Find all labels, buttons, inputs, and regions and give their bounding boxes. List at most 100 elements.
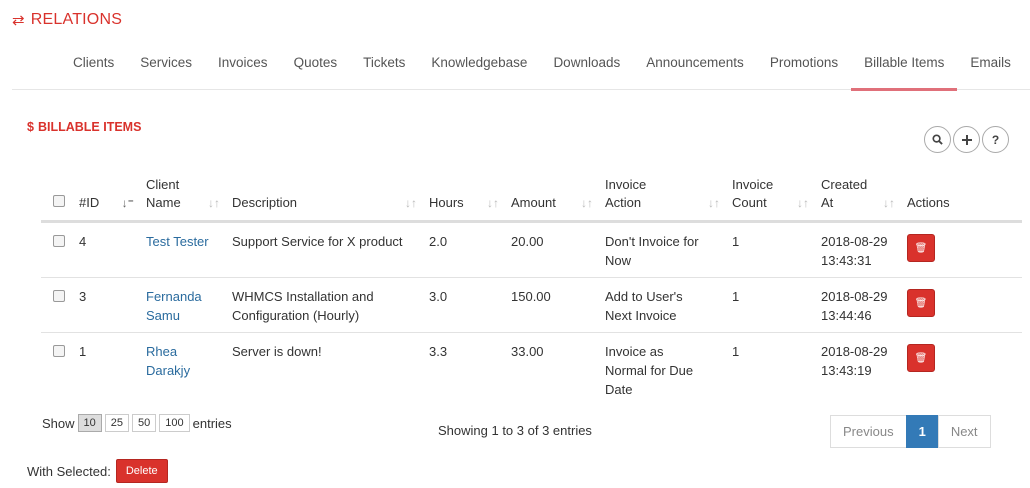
cell-hours: 3.0 bbox=[423, 277, 505, 333]
cell-amount: 20.00 bbox=[505, 221, 599, 278]
section-title-text: RELATIONS bbox=[30, 11, 123, 28]
plus-icon bbox=[961, 134, 972, 145]
show-label: Show bbox=[42, 415, 75, 431]
table-header-row: #ID ↓⁼ Client Name ↓↑ Description ↓↑ Hours ↓↑… bbox=[41, 172, 1022, 223]
select-all-checkbox[interactable] bbox=[53, 195, 65, 207]
sort-icon: ↓↑ bbox=[708, 196, 720, 210]
tab-billable-items[interactable]: Billable Items bbox=[851, 48, 958, 91]
help-button[interactable]: ? bbox=[982, 126, 1009, 153]
table-row: 1 Rhea Darakjy Server is down! 3.3 33.00 … bbox=[41, 333, 1022, 407]
page-1-button[interactable]: 1 bbox=[905, 415, 939, 448]
client-link[interactable]: Rhea Darakjy bbox=[146, 344, 190, 378]
cell-created-at: 2018-08-29 13:43:19 bbox=[821, 344, 888, 378]
cell-client: Fernanda Samu bbox=[140, 277, 226, 333]
table-row: 3 Fernanda Samu WHMCS Installation and Con… bbox=[41, 277, 1022, 333]
tab-invoices[interactable]: Invoices bbox=[205, 48, 281, 90]
row-checkbox[interactable] bbox=[53, 345, 65, 357]
panel-title-text: BILLABLE ITEMS bbox=[37, 120, 142, 134]
row-checkbox[interactable] bbox=[53, 290, 65, 302]
cell-created-at: 2018-08-29 13:44:46 bbox=[815, 277, 901, 333]
length-menu: Show 10 25 50 100 entries bbox=[42, 414, 232, 432]
sort-icon: ↓↑ bbox=[797, 196, 809, 210]
relations-tabs: Clients Services Invoices Quotes Tickets… bbox=[60, 48, 1030, 91]
col-id[interactable]: #ID ↓⁼ bbox=[73, 172, 140, 223]
delete-row-button[interactable]: 🗑 bbox=[907, 289, 935, 317]
row-checkbox[interactable] bbox=[53, 235, 65, 247]
col-actions: Actions bbox=[901, 172, 1022, 223]
col-amount[interactable]: Amount ↓↑ bbox=[505, 172, 599, 223]
col-hours[interactable]: Hours ↓↑ bbox=[423, 172, 505, 223]
nav-rule bbox=[12, 89, 60, 90]
search-icon bbox=[932, 134, 943, 145]
pagination: Previous 1 Next bbox=[830, 415, 991, 448]
client-link[interactable]: Fernanda Samu bbox=[146, 289, 202, 323]
cell-id: 3 bbox=[73, 277, 140, 333]
trash-icon: 🗑 bbox=[914, 242, 928, 254]
next-page-button[interactable]: Next bbox=[937, 415, 991, 448]
sort-desc-icon: ↓⁼ bbox=[121, 196, 134, 210]
client-link[interactable]: Test Tester bbox=[146, 234, 209, 249]
table-row: 4 Test Tester Support Service for X prod… bbox=[41, 221, 1022, 278]
tab-quotes[interactable]: Quotes bbox=[281, 48, 351, 90]
cell-client: Test Tester bbox=[140, 221, 226, 278]
billable-items-table: #ID ↓⁼ Client Name ↓↑ Description ↓↑ Hours ↓↑… bbox=[41, 172, 1022, 406]
cell-invoice-action: Add to User's Next Invoice bbox=[599, 277, 726, 333]
cell-created-at: 2018-08-29 13:43:31 bbox=[815, 221, 901, 278]
cell-description: Support Service for X product bbox=[226, 221, 423, 278]
tab-tickets[interactable]: Tickets bbox=[350, 48, 418, 90]
cell-client: Rhea Darakjy bbox=[140, 333, 226, 407]
cell-hours: 3.3 bbox=[429, 344, 448, 359]
cell-invoice-count: 1 bbox=[732, 344, 740, 359]
col-created-at[interactable]: Created At ↓↑ bbox=[815, 172, 901, 223]
length-option-25[interactable]: 25 bbox=[104, 414, 130, 432]
entries-label: entries bbox=[192, 415, 232, 431]
relations-icon: ⇄ bbox=[12, 12, 25, 29]
tab-services[interactable]: Services bbox=[127, 48, 205, 90]
trash-icon: 🗑 bbox=[914, 352, 928, 364]
sort-icon: ↓↑ bbox=[487, 196, 499, 210]
table-tools: ? bbox=[924, 126, 1009, 153]
tab-announcements[interactable]: Announcements bbox=[633, 48, 757, 90]
sort-icon: ↓↑ bbox=[883, 196, 895, 210]
delete-selected-button[interactable]: Delete bbox=[115, 459, 168, 483]
length-option-50[interactable]: 50 bbox=[132, 414, 157, 432]
cell-hours: 2.0 bbox=[423, 221, 505, 278]
cell-description: Server is down! bbox=[232, 344, 322, 359]
delete-row-button[interactable]: 🗑 bbox=[907, 344, 935, 372]
cell-invoice-action: Invoice as Normal for Due Date bbox=[605, 344, 694, 397]
length-option-10[interactable]: 10 bbox=[77, 414, 102, 432]
question-icon: ? bbox=[991, 132, 1000, 147]
sort-icon: ↓↑ bbox=[581, 196, 593, 210]
tab-promotions[interactable]: Promotions bbox=[757, 48, 851, 90]
cell-invoice-count: 1 bbox=[726, 221, 815, 278]
cell-amount: 150.00 bbox=[505, 277, 599, 333]
cell-id: 1 bbox=[79, 344, 87, 359]
cell-invoice-count: 1 bbox=[726, 277, 815, 333]
tab-emails[interactable]: Emails bbox=[957, 48, 1024, 90]
sort-icon: ↓↑ bbox=[208, 196, 220, 210]
tab-clients[interactable]: Clients bbox=[60, 48, 127, 90]
search-button[interactable] bbox=[924, 126, 951, 153]
col-invoice-action[interactable]: Invoice Action ↓↑ bbox=[599, 172, 726, 223]
cell-description: WHMCS Installation and Configuration (Hou… bbox=[226, 277, 423, 333]
with-selected: With Selected: Delete bbox=[27, 459, 168, 483]
length-option-100[interactable]: 100 bbox=[159, 414, 190, 432]
trash-icon: 🗑 bbox=[914, 297, 928, 309]
dollar-icon: $ bbox=[27, 120, 34, 134]
cell-id: 4 bbox=[73, 221, 140, 278]
panel-title: $ BILLABLE ITEMS bbox=[27, 120, 141, 134]
section-title: ⇄ RELATIONS bbox=[12, 11, 122, 29]
table-info: Showing 1 to 3 of 3 entries bbox=[438, 423, 592, 438]
cell-amount: 33.00 bbox=[511, 344, 544, 359]
cell-invoice-action: Don't Invoice for Now bbox=[599, 221, 726, 278]
previous-page-button[interactable]: Previous bbox=[830, 415, 907, 448]
tab-knowledgebase[interactable]: Knowledgebase bbox=[418, 48, 540, 90]
add-button[interactable] bbox=[953, 126, 980, 153]
col-client-name[interactable]: Client Name ↓↑ bbox=[140, 172, 226, 223]
sort-icon: ↓↑ bbox=[405, 196, 417, 210]
col-invoice-count[interactable]: Invoice Count ↓↑ bbox=[726, 172, 815, 223]
delete-row-button[interactable]: 🗑 bbox=[907, 234, 935, 262]
col-description[interactable]: Description ↓↑ bbox=[226, 172, 423, 223]
tab-downloads[interactable]: Downloads bbox=[540, 48, 633, 90]
with-selected-label: With Selected: bbox=[27, 463, 111, 479]
